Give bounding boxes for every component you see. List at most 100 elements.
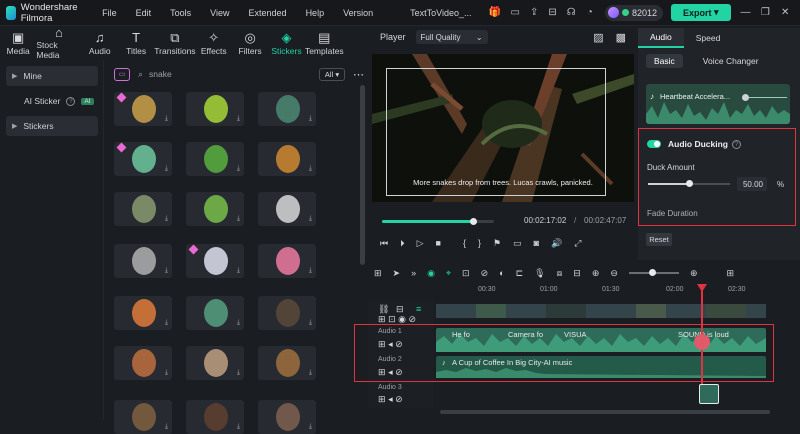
download-icon[interactable]: ⤓ (309, 369, 312, 377)
restore-icon[interactable]: ❐ (761, 7, 771, 18)
headset-icon[interactable]: ☊ (567, 7, 576, 19)
sticker-tile[interactable]: ⤓ (186, 244, 244, 278)
sticker-tile[interactable]: ⤓ (186, 346, 244, 380)
sticker-scrollbar[interactable] (360, 85, 365, 265)
download-icon[interactable]: ⤓ (309, 165, 312, 173)
download-icon[interactable]: ⤓ (165, 165, 168, 173)
sticker-tile[interactable]: ⤓ (258, 400, 316, 434)
sidebar-item-ai-sticker[interactable]: AI Sticker? AI (6, 91, 98, 111)
grid-icon[interactable]: ⊞ (374, 268, 382, 279)
expand-icon[interactable]: ⤢ (574, 238, 581, 249)
duck-amount-knob[interactable] (686, 180, 693, 187)
help-icon[interactable]: ? (66, 96, 76, 106)
menu-help[interactable]: Help (306, 8, 325, 18)
mark-in-icon[interactable]: { (463, 238, 466, 248)
download-icon[interactable]: ⤓ (165, 369, 168, 377)
sticker-tile[interactable]: ⤓ (186, 400, 244, 434)
menu-file[interactable]: File (102, 8, 117, 18)
camera-icon[interactable]: ◙ (534, 238, 539, 248)
download-icon[interactable]: ⤓ (309, 115, 312, 123)
save-icon[interactable]: ⊟ (548, 7, 556, 19)
download-icon[interactable]: ⤓ (165, 267, 168, 275)
menu-edit[interactable]: Edit (136, 8, 152, 18)
timeline-scrollbar[interactable] (440, 410, 770, 414)
track-view-icon[interactable]: ≡ (416, 304, 421, 314)
auto-ripple-icon[interactable]: ⊡ (462, 268, 470, 279)
stop-icon[interactable]: ■ (436, 238, 441, 248)
marker-icon[interactable]: ⚑ (493, 238, 501, 249)
menu-tools[interactable]: Tools (170, 8, 191, 18)
tool-media[interactable]: ▣ Media (0, 26, 36, 60)
mute-icon[interactable]: ⊘ (395, 394, 403, 404)
audio-clip-card[interactable]: ♪ Heartbeat Accelera... (646, 84, 790, 124)
sticker-tile[interactable]: ⤓ (114, 244, 172, 278)
video-preview[interactable]: More snakes drop from trees. Lucas crawl… (372, 54, 634, 202)
sticker-tile[interactable]: ⤓ (186, 192, 244, 226)
audio-ducking-toggle[interactable] (647, 140, 661, 148)
audio-3-clip[interactable] (699, 384, 719, 404)
lock-icon[interactable]: ⊡ (388, 314, 396, 324)
subtab-voice-changer[interactable]: Voice Changer (695, 54, 767, 68)
sidebar-item-stickers[interactable]: ▶ Stickers (6, 116, 98, 136)
timeline-zoom-slider[interactable] (628, 269, 679, 276)
select-pointer-icon[interactable]: ➤ (393, 268, 401, 279)
marker-add-icon[interactable]: ⊘ (481, 268, 489, 279)
voice-icon[interactable]: 🎙 (534, 268, 545, 279)
sticker-tile[interactable]: ⤓ (114, 400, 172, 434)
zoom-in-icon[interactable]: ⊕ (690, 268, 698, 279)
download-icon[interactable]: ⤓ (309, 267, 312, 275)
volume-icon[interactable]: 🔊 (551, 238, 562, 249)
download-icon[interactable]: ⤓ (165, 423, 168, 431)
sticker-tile[interactable]: ⤓ (258, 296, 316, 330)
help-icon[interactable]: ? (731, 139, 741, 149)
sticker-tile[interactable]: ⤓ (186, 142, 244, 176)
play-icon[interactable]: ⏵ (400, 238, 405, 249)
sticker-tile[interactable]: ⤓ (114, 192, 172, 226)
minimize-icon[interactable]: — (741, 7, 751, 18)
menu-version[interactable]: Version (343, 8, 373, 18)
sticker-tile[interactable]: ⤓ (258, 142, 316, 176)
tool-titles[interactable]: T Titles (118, 26, 154, 60)
sticker-tile[interactable]: ⤓ (258, 346, 316, 380)
display-icon[interactable]: ▭ (510, 7, 519, 19)
crop-icon[interactable]: ⊏ (516, 268, 524, 279)
layout-grid-icon[interactable]: ⊞ (726, 268, 734, 279)
download-icon[interactable]: ⤓ (309, 423, 312, 431)
menu-view[interactable]: View (210, 8, 229, 18)
sticker-tile[interactable]: ⤓ (114, 296, 172, 330)
menu-extended[interactable]: Extended (249, 8, 287, 18)
timeline-ruler[interactable]: 00:30 01:00 01:30 02:00 02:30 (368, 286, 800, 298)
render-icon[interactable]: ⊟ (573, 268, 581, 279)
folder-icon[interactable]: ⊞ (378, 394, 386, 404)
export-button[interactable]: Export ▾ (670, 4, 731, 21)
snapshot-view-icon[interactable]: ▨ (593, 31, 603, 44)
gift-icon[interactable]: 🎁 (488, 7, 500, 19)
sticker-tile[interactable]: ⤓ (186, 92, 244, 126)
download-icon[interactable]: ⤓ (165, 319, 168, 327)
sticker-search-input[interactable]: ⌕ snake (138, 67, 319, 81)
download-icon[interactable]: ⤓ (237, 115, 240, 123)
playback-scrubber[interactable] (469, 218, 477, 225)
tool-stock-media[interactable]: ⌂ Stock Media (36, 26, 81, 61)
eye-icon[interactable]: ◉ (398, 314, 406, 324)
volume-icon[interactable]: ◂ (388, 394, 393, 404)
download-icon[interactable]: ⤓ (237, 165, 240, 173)
more-tools-icon[interactable]: » (411, 268, 416, 278)
download-icon[interactable]: ⤓ (237, 369, 240, 377)
play-loop-icon[interactable]: ▷ (417, 238, 424, 249)
reset-button[interactable]: Reset (646, 233, 672, 246)
folder-icon[interactable]: ⊞ (378, 314, 386, 324)
download-icon[interactable]: ⤓ (309, 215, 312, 223)
sticker-tile[interactable]: ⤓ (258, 192, 316, 226)
download-icon[interactable]: ⤓ (237, 319, 240, 327)
tool-transitions[interactable]: ⧉ Transitions (154, 26, 195, 60)
split-scissors-icon[interactable] (694, 334, 710, 350)
tool-stickers[interactable]: ◈ Stickers (268, 26, 304, 60)
credits-badge[interactable]: 82012 (604, 4, 663, 21)
sticker-tile[interactable]: ⤓ (258, 92, 316, 126)
share-icon[interactable]: ⇪ (530, 7, 538, 19)
tool-audio[interactable]: ♫ Audio (82, 26, 118, 60)
subtab-basic[interactable]: Basic (646, 54, 683, 68)
tab-speed[interactable]: Speed (684, 28, 733, 48)
duck-amount-input[interactable]: 50.00 (737, 177, 767, 191)
